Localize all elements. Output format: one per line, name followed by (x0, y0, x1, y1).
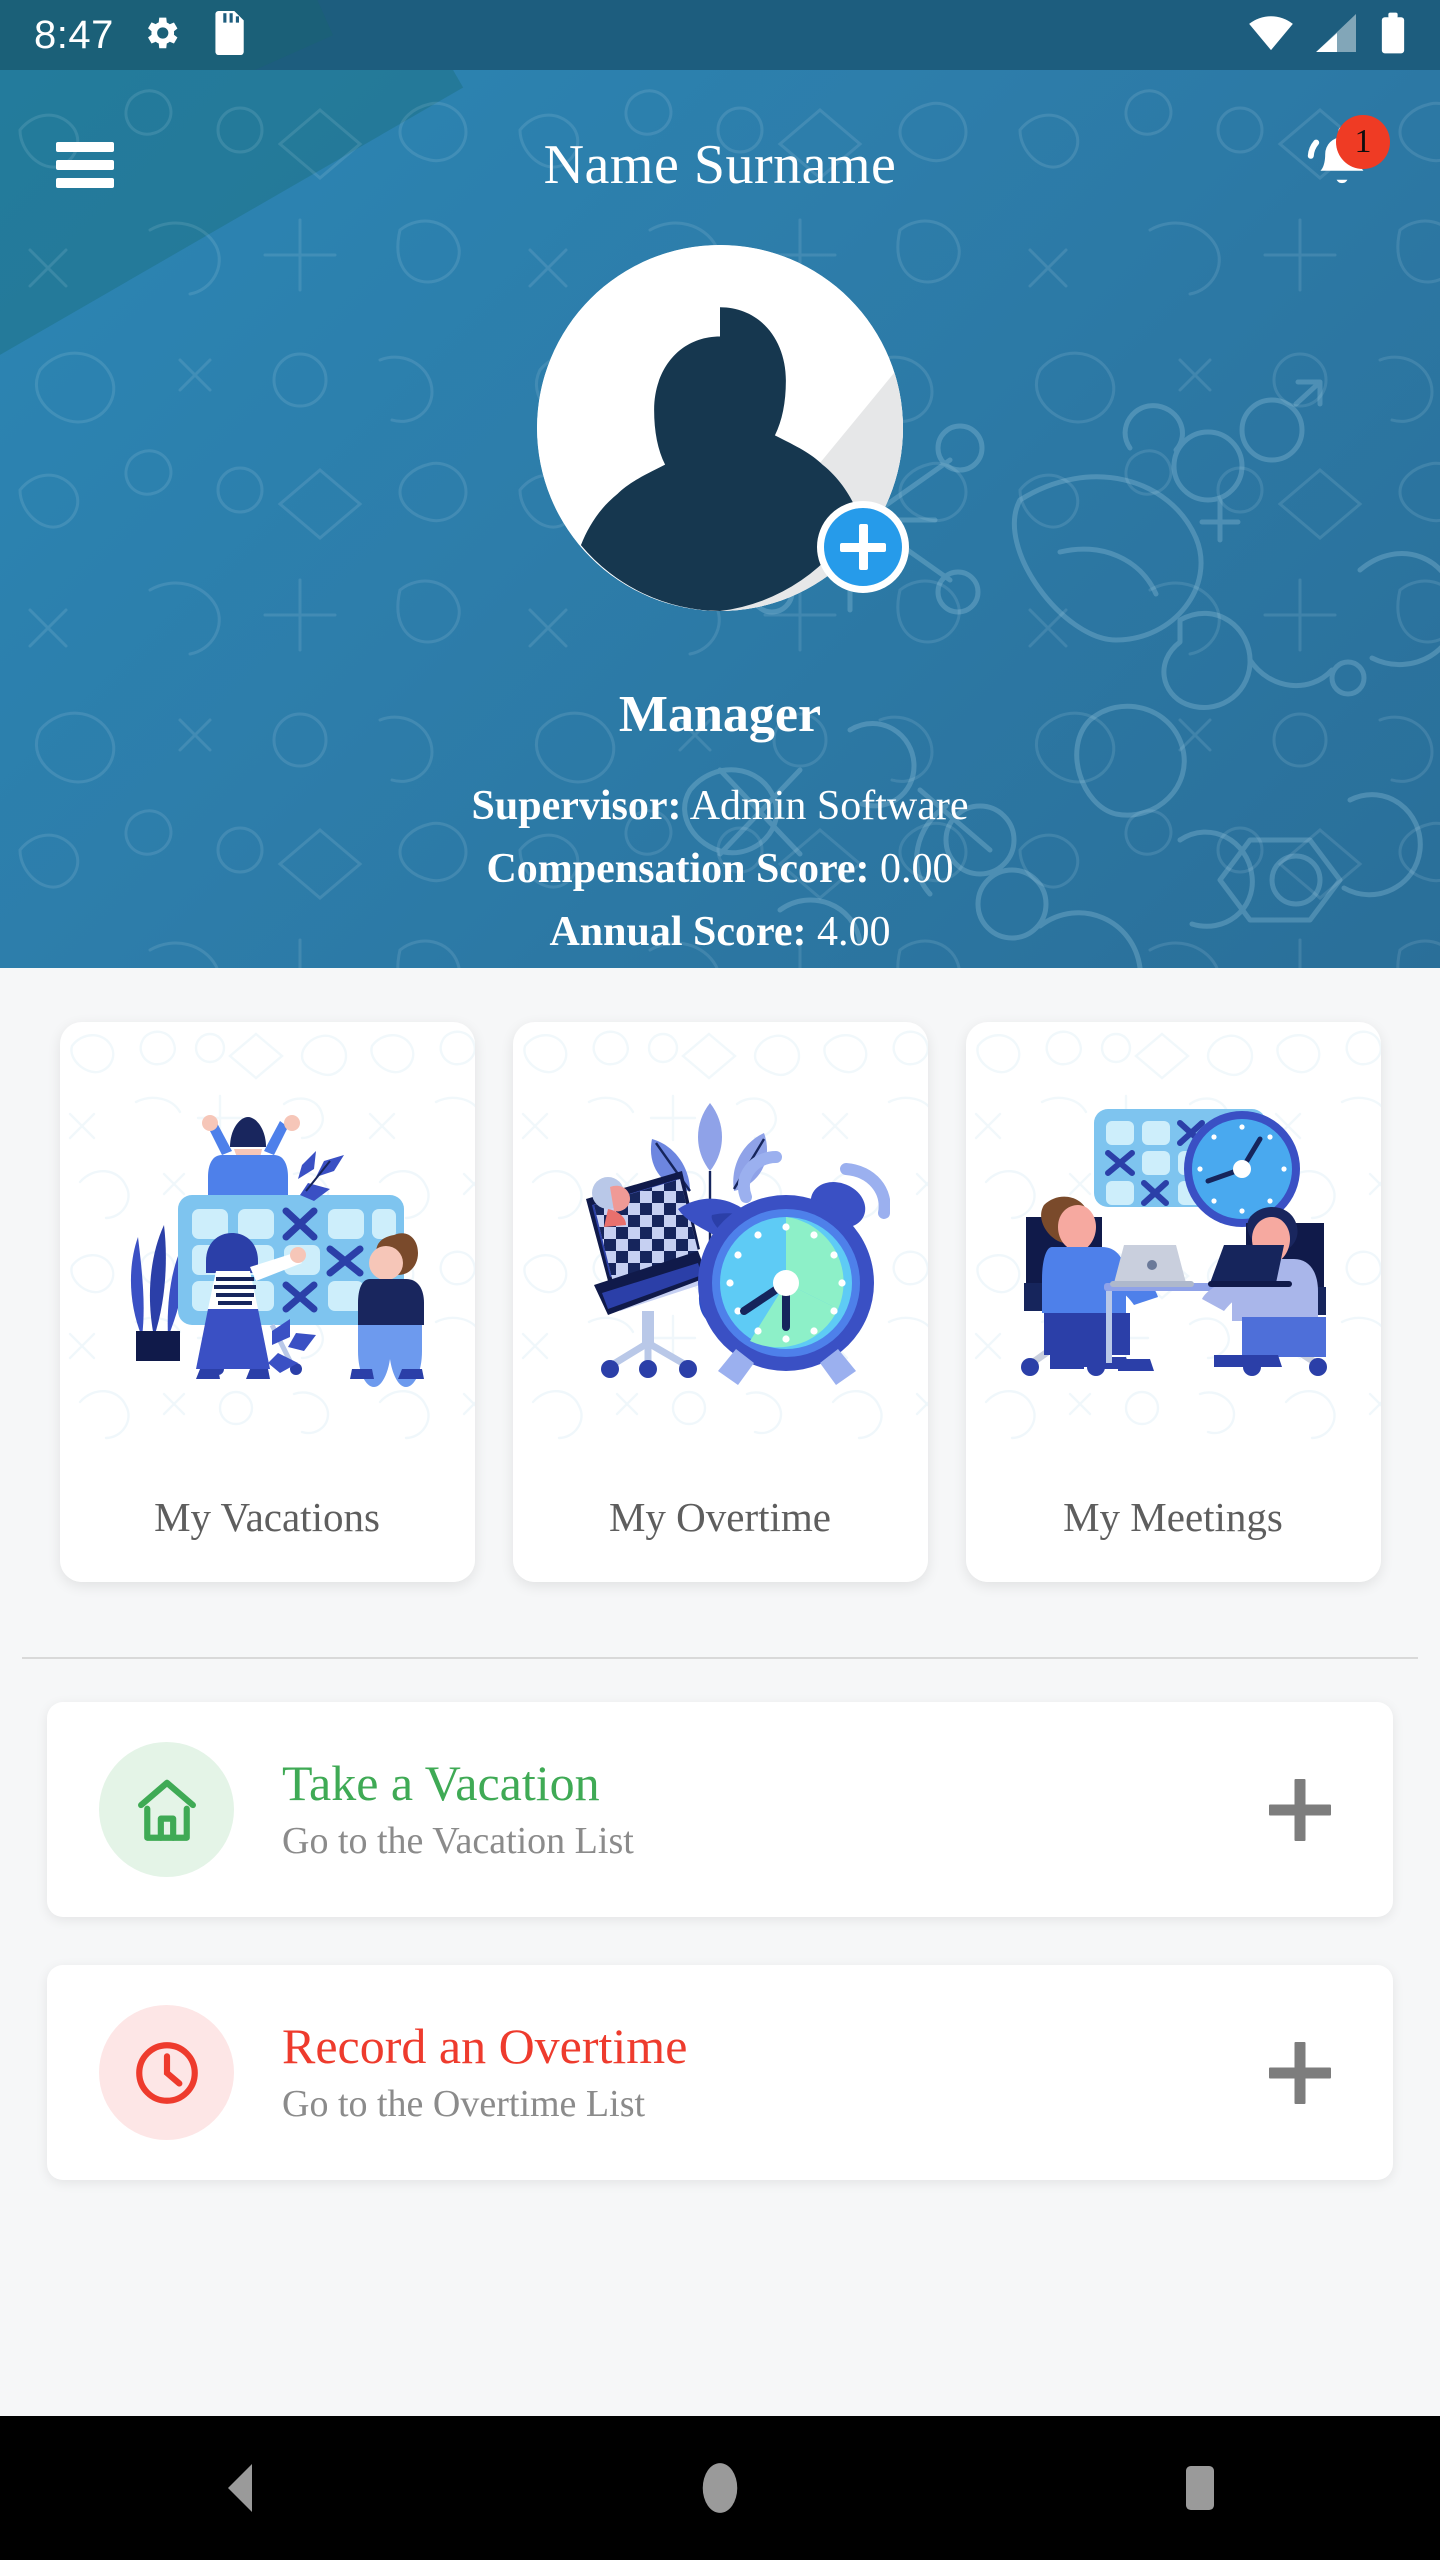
action-text-block: Record an Overtime Go to the Overtime Li… (282, 2020, 687, 2124)
quick-actions: Take a Vacation Go to the Vacation List … (0, 1702, 1440, 2180)
action-subtitle: Go to the Overtime List (282, 2082, 646, 2125)
stat-row: Compensation Score: 0.00 (0, 838, 1440, 901)
profile-stats: Supervisor: Admin Software Compensation … (0, 775, 1440, 968)
card-illustration-area (965, 1022, 1381, 1452)
card-my-meetings[interactable]: My Meetings (965, 1022, 1381, 1582)
card-my-overtime[interactable]: My Overtime (512, 1022, 928, 1582)
notification-badge: 1 (1336, 115, 1390, 169)
people-calendar-illustration (130, 1115, 424, 1387)
page-title: Name Surname (543, 134, 897, 196)
card-illustration-area (512, 1022, 928, 1452)
person-chair-alarm-clock-illustration (586, 1103, 890, 1385)
profile-header: Name Surname 1 Manager Supervisor: Admin… (0, 70, 1440, 968)
card-label: My Overtime (512, 1452, 928, 1582)
status-bar: 8:47 (0, 0, 1440, 70)
take-vacation-icon-badge (99, 1742, 234, 1877)
card-my-vacations[interactable]: My Vacations (59, 1022, 475, 1582)
avatar[interactable] (537, 245, 909, 611)
battery-icon (1380, 12, 1406, 59)
hamburger-menu-icon[interactable] (56, 142, 114, 188)
stat-row: Supervisor: Admin Software (0, 775, 1440, 838)
back-button[interactable] (150, 2416, 330, 2560)
home-circle-icon (702, 2463, 738, 2513)
cellular-signal-icon (1316, 13, 1358, 57)
feature-cards: My Vacations My Overtime My Meetings (0, 1022, 1440, 1582)
card-label: My Vacations (59, 1452, 475, 1582)
stat-value: Admin Software (689, 783, 969, 829)
add-photo-button[interactable] (817, 501, 909, 593)
add-vacation-button[interactable] (1265, 1775, 1335, 1845)
stat-row: Sick Score: 3.50 (0, 964, 1440, 968)
android-navigation-bar (0, 2416, 1440, 2560)
user-role: Manager (618, 686, 822, 743)
action-record-an-overtime[interactable]: Record an Overtime Go to the Overtime Li… (47, 1965, 1393, 2180)
sd-card-icon (208, 10, 248, 60)
stat-row: Annual Score: 4.00 (0, 901, 1440, 964)
two-people-laptops-illustration (1021, 1109, 1327, 1376)
action-text-block: Take a Vacation Go to the Vacation List (282, 1757, 634, 1861)
stat-value: 0.00 (880, 846, 954, 892)
action-title: Record an Overtime (282, 2018, 688, 2075)
section-divider (22, 1657, 1418, 1659)
card-label: My Meetings (965, 1452, 1381, 1582)
stat-label: Annual Score: (549, 909, 807, 955)
action-title: Take a Vacation (282, 1755, 600, 1812)
stat-label: Compensation Score: (486, 846, 870, 892)
status-bar-clock: 8:47 (34, 12, 114, 57)
notifications-button[interactable]: 1 (1300, 115, 1390, 207)
status-bar-right-group (1248, 12, 1406, 59)
record-overtime-icon-badge (99, 2005, 234, 2140)
clock-icon (135, 2041, 198, 2104)
back-triangle-icon (228, 2464, 252, 2512)
add-overtime-button[interactable] (1265, 2038, 1335, 2108)
app-bar: Name Surname 1 (0, 70, 1440, 260)
home-icon (137, 1779, 196, 1841)
action-take-a-vacation[interactable]: Take a Vacation Go to the Vacation List (47, 1702, 1393, 1917)
action-subtitle: Go to the Vacation List (282, 1819, 634, 1862)
stat-value: 4.00 (817, 909, 891, 955)
home-button[interactable] (630, 2416, 810, 2560)
stat-label: Supervisor: (471, 783, 682, 829)
recents-button[interactable] (1110, 2416, 1290, 2560)
card-illustration-area (59, 1022, 475, 1452)
recents-square-icon (1186, 2466, 1214, 2510)
wifi-icon (1248, 14, 1294, 57)
status-bar-left-group: 8:47 (34, 10, 248, 60)
settings-gear-icon (140, 12, 182, 59)
